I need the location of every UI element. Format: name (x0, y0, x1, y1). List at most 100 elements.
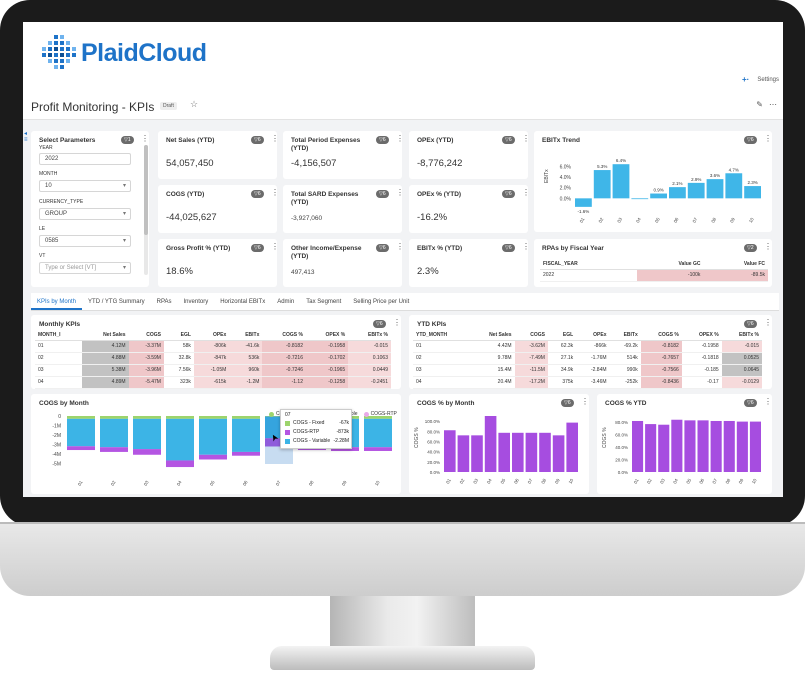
column-header[interactable]: EBITx (229, 330, 263, 341)
column-header[interactable]: COGS (128, 330, 164, 341)
cogs-pct-bar[interactable] (457, 435, 470, 472)
param-field-month[interactable]: 10 ▾ (39, 180, 131, 192)
cogs-bar-segment[interactable] (67, 418, 95, 447)
cogs-bar-segment[interactable] (232, 416, 260, 419)
cogs-pct-bar[interactable] (684, 420, 696, 472)
filter-count-badge[interactable]: ▽6 (376, 190, 389, 198)
column-header[interactable]: EBITx (609, 330, 641, 341)
tab-rpas[interactable]: RPAs (151, 293, 178, 310)
card-menu-icon[interactable]: ⋮ (396, 243, 404, 251)
cogs-pct-bar[interactable] (723, 420, 735, 472)
filter-count-badge[interactable]: ▽6 (502, 244, 515, 252)
column-header[interactable]: OPEX % (681, 330, 722, 341)
filter-count-badge[interactable]: ▽6 (251, 244, 264, 252)
edit-pencil-icon[interactable]: ✎ (756, 100, 763, 109)
cogs-pct-bar[interactable] (484, 416, 497, 472)
legend-item[interactable]: COGS-RTP (363, 411, 397, 417)
column-header[interactable]: Value GC (636, 259, 704, 270)
card-menu-icon[interactable]: ⋮ (764, 243, 772, 251)
tab-admin[interactable]: Admin (271, 293, 300, 310)
cogs-pct-bar[interactable] (471, 435, 483, 472)
column-header[interactable]: COGS % (262, 330, 306, 341)
cogs-pct-bar[interactable] (710, 420, 722, 472)
cogs-bar-segment[interactable] (199, 416, 227, 419)
ebitx-bar[interactable] (650, 193, 667, 199)
param-field-vt[interactable]: Type or Select [VT] ▾ (39, 262, 131, 274)
filter-count-badge[interactable]: ▽2 (744, 244, 757, 252)
cogs-bar-segment[interactable] (364, 447, 392, 451)
filter-count-badge[interactable]: ▽6 (744, 320, 757, 328)
filter-count-badge[interactable]: ▽6 (376, 136, 389, 144)
column-header[interactable]: Net Sales (81, 330, 129, 341)
card-menu-icon[interactable]: ⋮ (396, 135, 404, 143)
card-menu-icon[interactable]: ⋮ (141, 135, 149, 143)
filter-count-badge[interactable]: ▽6 (373, 320, 386, 328)
settings-link[interactable]: Settings (757, 77, 779, 83)
card-menu-icon[interactable]: ⋮ (396, 189, 404, 197)
card-menu-icon[interactable]: ⋮ (271, 135, 279, 143)
card-menu-icon[interactable]: ⋮ (522, 189, 530, 197)
param-field-currency_type[interactable]: GROUP ▾ (39, 208, 131, 220)
parameters-scrollbar[interactable] (144, 145, 148, 275)
cogs-pct-bar[interactable] (749, 421, 761, 472)
more-options-icon[interactable]: ⋯ (769, 100, 777, 109)
ebitx-bar[interactable] (744, 186, 761, 199)
cogs-bar-segment[interactable] (67, 446, 95, 451)
filter-count-badge[interactable]: ▽1 (121, 136, 134, 144)
cogs-bar-segment[interactable] (100, 416, 128, 419)
column-header[interactable]: EGL (547, 330, 577, 341)
cogs-bar-segment[interactable] (199, 454, 227, 460)
card-menu-icon[interactable]: ⋮ (522, 135, 530, 143)
cogs-bar-segment[interactable] (100, 418, 128, 448)
cogs-bar-segment[interactable] (166, 416, 194, 419)
column-header[interactable]: EBITx % (348, 330, 391, 341)
cogs-bar-segment[interactable] (232, 418, 260, 452)
cogs-bar-segment[interactable] (166, 460, 194, 468)
column-header[interactable]: Net Sales (470, 330, 515, 341)
card-menu-icon[interactable]: ⋮ (271, 243, 279, 251)
column-header[interactable]: OPEX % (305, 330, 349, 341)
scroll-thumb[interactable] (144, 145, 148, 235)
cogs-pct-bar[interactable] (632, 420, 644, 472)
filter-count-badge[interactable]: ▽6 (502, 190, 515, 198)
cogs-pct-bar[interactable] (645, 424, 657, 472)
cogs-pct-bar[interactable] (444, 430, 456, 472)
column-header[interactable]: MONTH_I (35, 330, 82, 341)
column-header[interactable]: OPEx (193, 330, 230, 341)
cogs-bar-segment[interactable] (133, 449, 161, 455)
ebitx-bar[interactable] (669, 187, 686, 199)
ebitx-bar[interactable] (612, 164, 630, 199)
column-header[interactable]: EBITx % (721, 330, 762, 341)
cogs-bar-segment[interactable] (232, 451, 260, 456)
column-header[interactable]: COGS (514, 330, 548, 341)
favorite-star-icon[interactable]: ☆ (190, 99, 198, 110)
cogs-pct-bar[interactable] (671, 419, 683, 472)
cogs-bar-segment[interactable] (133, 416, 161, 419)
ebitx-bar[interactable] (687, 182, 705, 199)
cogs-pct-bar[interactable] (736, 421, 748, 472)
card-menu-icon[interactable]: ⋮ (393, 319, 401, 327)
cogs-bar-segment[interactable] (199, 418, 227, 455)
cogs-pct-bar[interactable] (697, 420, 709, 472)
cogs-pct-bar[interactable] (552, 435, 565, 472)
cogs-pct-bar[interactable] (658, 424, 670, 472)
filter-count-badge[interactable]: ▽6 (376, 244, 389, 252)
cogs-bar-segment[interactable] (67, 416, 95, 419)
ebitx-bar[interactable] (706, 179, 724, 199)
cogs-pct-bar[interactable] (525, 432, 538, 472)
filter-count-badge[interactable]: ▽6 (251, 190, 264, 198)
filter-bar-toggle[interactable]: ◂ ≡ (23, 130, 31, 190)
cogs-pct-bar[interactable] (512, 432, 524, 472)
cogs-pct-bar[interactable] (539, 432, 551, 472)
card-menu-icon[interactable]: ⋮ (271, 189, 279, 197)
column-header[interactable]: YTD_MONTH (413, 330, 471, 341)
cogs-bar-segment[interactable] (364, 418, 392, 448)
param-field-year[interactable]: 2022 (39, 153, 131, 165)
ebitx-bar[interactable] (631, 198, 649, 200)
tab-ytd-ytg-summary[interactable]: YTD / YTG Summary (82, 293, 151, 310)
ebitx-bar[interactable] (725, 173, 743, 199)
card-menu-icon[interactable]: ⋮ (522, 243, 530, 251)
tab-inventory[interactable]: Inventory (178, 293, 215, 310)
column-header[interactable]: EGL (163, 330, 194, 341)
cogs-pct-bar[interactable] (566, 422, 578, 472)
